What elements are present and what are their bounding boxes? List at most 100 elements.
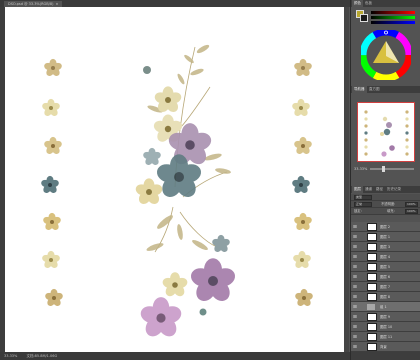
visibility-eye-icon[interactable]: [353, 225, 357, 228]
zoom-level[interactable]: 33.33%: [4, 354, 17, 358]
layer-name[interactable]: 图层 10: [380, 322, 392, 332]
layer-thumbnail: [367, 313, 377, 321]
visibility-eye-icon[interactable]: [353, 255, 357, 258]
layer-row[interactable]: 图层 9: [351, 312, 420, 322]
visibility-eye-icon[interactable]: [353, 315, 357, 318]
color-panel-header: 颜色 色板: [351, 0, 420, 7]
pink-flower: [138, 297, 184, 340]
close-tab-icon[interactable]: ×: [55, 2, 58, 6]
navigator-zoom-value[interactable]: 33.33%: [354, 167, 367, 171]
visibility-eye-icon[interactable]: [353, 235, 357, 238]
layer-thumbnail: [367, 333, 377, 341]
layer-name[interactable]: 图层 3: [380, 242, 390, 252]
visibility-eye-icon[interactable]: [353, 265, 357, 268]
fill-input[interactable]: 100%: [405, 209, 418, 214]
small-flower: [293, 136, 313, 156]
visibility-eye-icon[interactable]: [353, 335, 357, 338]
small-flower: [292, 250, 312, 270]
right-flower-column: [291, 58, 314, 308]
canvas-workspace[interactable]: [5, 7, 348, 352]
layer-row[interactable]: 背景: [351, 342, 420, 352]
visibility-eye-icon[interactable]: [353, 245, 357, 248]
cream-flower: [134, 178, 164, 207]
purple-flower: [188, 258, 238, 305]
vertical-scrollbar[interactable]: [344, 7, 349, 352]
tab-color[interactable]: 颜色: [352, 0, 363, 7]
tab-paths[interactable]: 路径: [374, 186, 385, 193]
layer-name[interactable]: 图层 1: [380, 232, 390, 242]
navigator-zoom-row: 33.33%: [354, 166, 418, 172]
layer-name[interactable]: 图层 7: [380, 282, 390, 292]
layer-name[interactable]: 图层 2: [380, 222, 390, 232]
small-flower: [291, 98, 311, 118]
layers-list: 图层 2 图层 1 图层 3 图层 4 图层 5 图层 6 图层 7 图层 8组 1 图层 9图…: [351, 222, 420, 352]
teal-bud: [142, 147, 162, 167]
tab-navigator[interactable]: 导航器: [352, 86, 367, 93]
tab-swatches[interactable]: 色板: [363, 0, 374, 7]
layer-row[interactable]: 图层 5: [351, 262, 420, 272]
layer-row[interactable]: 图层 4: [351, 252, 420, 262]
layer-name[interactable]: 背景: [380, 342, 387, 352]
layer-name[interactable]: 图层 6: [380, 272, 390, 282]
bud: [143, 66, 151, 74]
document-canvas[interactable]: [5, 7, 348, 352]
navigator-zoom-slider[interactable]: [370, 168, 414, 170]
central-bouquet: [134, 44, 238, 340]
layer-name[interactable]: 图层 4: [380, 252, 390, 262]
document-info[interactable]: 文档:85.8M/1.06G: [26, 354, 57, 358]
color-slider-b[interactable]: [371, 21, 415, 24]
navigator-preview: [364, 110, 409, 157]
tab-channels[interactable]: 通道: [363, 186, 374, 193]
layer-thumbnail: [367, 243, 377, 251]
layer-thumbnail: [367, 263, 377, 271]
lock-label: 锁定:: [354, 209, 362, 213]
layer-thumbnail: [367, 253, 377, 261]
fill-label: 填充:: [387, 209, 395, 213]
layer-thumbnail: [367, 343, 377, 351]
layer-row[interactable]: 图层 1: [351, 232, 420, 242]
small-flower: [44, 288, 64, 308]
layer-row[interactable]: 图层 2: [351, 222, 420, 232]
layer-name[interactable]: 图层 11: [380, 332, 392, 342]
folder-icon: [367, 304, 375, 310]
opacity-input[interactable]: 100%: [405, 202, 418, 207]
color-slider-r[interactable]: [371, 11, 415, 14]
layer-row[interactable]: 图层 3: [351, 242, 420, 252]
layer-row[interactable]: 图层 6: [351, 272, 420, 282]
layer-name[interactable]: 图层 9: [380, 312, 390, 322]
color-slider-g[interactable]: [371, 16, 415, 19]
layer-filter-select[interactable]: 类型: [354, 195, 372, 200]
color-wheel[interactable]: [361, 30, 411, 80]
document-tab-title: DSO.psd @ 33.3%(RGB/8): [8, 2, 54, 6]
layer-group-row[interactable]: 组 1: [351, 302, 420, 312]
layer-row[interactable]: 图层 7: [351, 282, 420, 292]
background-color-swatch[interactable]: [360, 14, 368, 22]
layer-row[interactable]: 图层 11: [351, 332, 420, 342]
navigator-thumbnail[interactable]: [357, 102, 415, 162]
layer-name[interactable]: 图层 5: [380, 262, 390, 272]
small-flower: [42, 212, 62, 232]
visibility-eye-icon[interactable]: [353, 325, 357, 328]
left-flower-column: [40, 58, 64, 308]
layer-thumbnail: [367, 223, 377, 231]
tab-histogram[interactable]: 直方图: [367, 86, 382, 93]
layer-row[interactable]: 图层 8: [351, 292, 420, 302]
visibility-eye-icon[interactable]: [353, 285, 357, 288]
layer-name[interactable]: 组 1: [380, 302, 387, 312]
right-panel-dock: 颜色 色板 导航器 直方图 33.33% 图层 通道 路径 历史记录 类型 正常…: [350, 0, 420, 360]
visibility-eye-icon[interactable]: [353, 295, 357, 298]
visibility-eye-icon[interactable]: [353, 275, 357, 278]
layer-filter-row: 类型: [351, 194, 420, 201]
visibility-eye-icon[interactable]: [353, 305, 357, 308]
layer-name[interactable]: 图层 8: [380, 292, 390, 302]
tab-history[interactable]: 历史记录: [385, 186, 403, 193]
layer-row[interactable]: 图层 10: [351, 322, 420, 332]
layer-thumbnail: [367, 273, 377, 281]
navigator-zoom-knob[interactable]: [382, 166, 385, 172]
blend-mode-select[interactable]: 正常: [354, 202, 372, 207]
small-flower: [293, 58, 313, 78]
layers-panel-header: 图层 通道 路径 历史记录: [351, 186, 420, 193]
visibility-eye-icon[interactable]: [353, 345, 357, 348]
layers-panel-footer: [351, 352, 420, 360]
tab-layers[interactable]: 图层: [352, 186, 363, 193]
